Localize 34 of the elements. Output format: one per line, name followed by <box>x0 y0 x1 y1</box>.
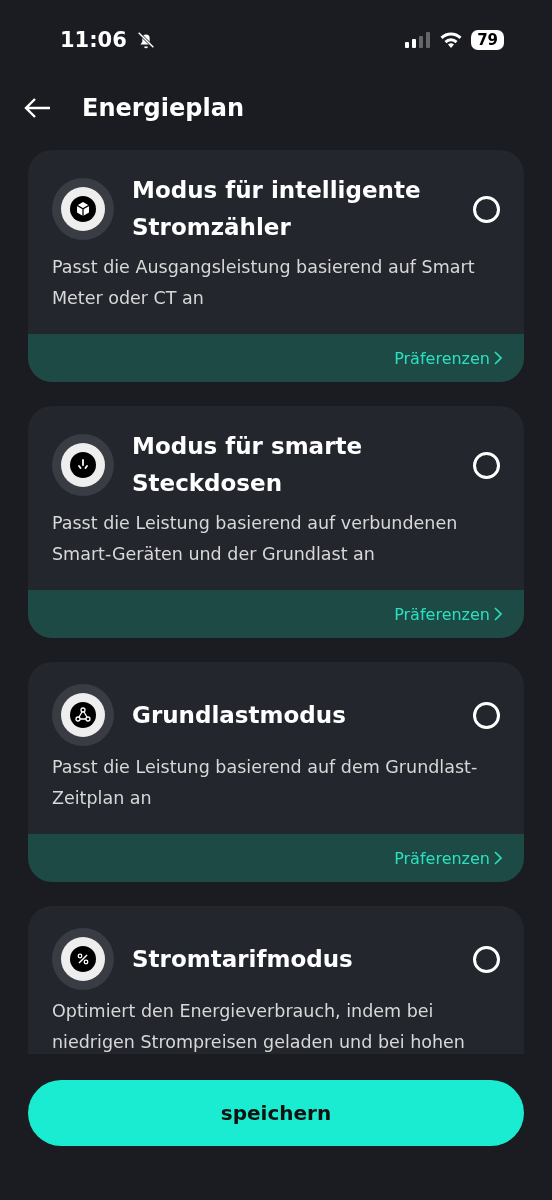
plug-icon <box>70 452 96 478</box>
mode-title: Grundlastmodus <box>132 700 347 730</box>
radio-button[interactable] <box>473 195 500 223</box>
save-button[interactable]: speichern <box>28 1080 524 1146</box>
mode-description: Passt die Leistung basierend auf verbundenen Smart-Geräten und der Grundlast an <box>52 512 459 566</box>
mode-card[interactable]: Grundlastmodus Passt die Leistung basierend auf dem Grundlast-Zeitplan an Präferenzen <box>28 662 524 882</box>
mode-title: Stromtarifmodus <box>132 944 354 974</box>
radio-button[interactable] <box>473 451 500 479</box>
chevron-right-icon <box>494 851 502 865</box>
battery-level: 79 <box>471 30 504 50</box>
back-arrow-icon <box>24 97 52 119</box>
signal-icon <box>405 32 432 48</box>
chevron-right-icon <box>494 607 502 621</box>
preferences-link[interactable]: Präferenzen <box>394 848 502 868</box>
page-title: Energieplan <box>82 94 244 122</box>
mode-title: Modus für smarte Steckdosen <box>132 432 364 498</box>
percent-icon <box>70 946 96 972</box>
status-time: 11:06 <box>60 28 127 52</box>
chevron-right-icon <box>494 351 502 365</box>
mode-card[interactable]: Modus für intelligente Stromzähler Passt die Ausgangsleistung basierend auf Smart Meter oder CT an Präferenzen <box>28 150 524 382</box>
radio-button[interactable] <box>473 945 500 973</box>
preferences-link[interactable]: Präferenzen <box>394 604 502 624</box>
network-icon <box>70 702 96 728</box>
mode-description: Passt die Leistung basierend auf dem Grundlast-Zeitplan an <box>52 756 479 810</box>
cube-icon <box>70 196 96 222</box>
mode-card[interactable]: Modus für smarte Steckdosen Passt die Leistung basierend auf verbundenen Smart-Geräten und der Grundlast an Präferenzen <box>28 406 524 638</box>
back-button[interactable] <box>24 97 52 119</box>
radio-button[interactable] <box>473 701 500 729</box>
wifi-icon <box>439 31 464 49</box>
mode-title: Modus für intelligente Stromzähler <box>132 176 422 242</box>
mode-card[interactable]: Stromtarifmodus Optimiert den Energieverbrauch, indem bei niedrigen Strompreisen geladen und bei hohen <box>28 906 524 1054</box>
preferences-link[interactable]: Präferenzen <box>394 348 502 368</box>
mode-description: Passt die Ausgangsleistung basierend auf Smart Meter oder CT an <box>52 256 476 310</box>
mode-description: Optimiert den Energieverbrauch, indem bei niedrigen Strompreisen geladen und bei hohen <box>52 1000 466 1054</box>
